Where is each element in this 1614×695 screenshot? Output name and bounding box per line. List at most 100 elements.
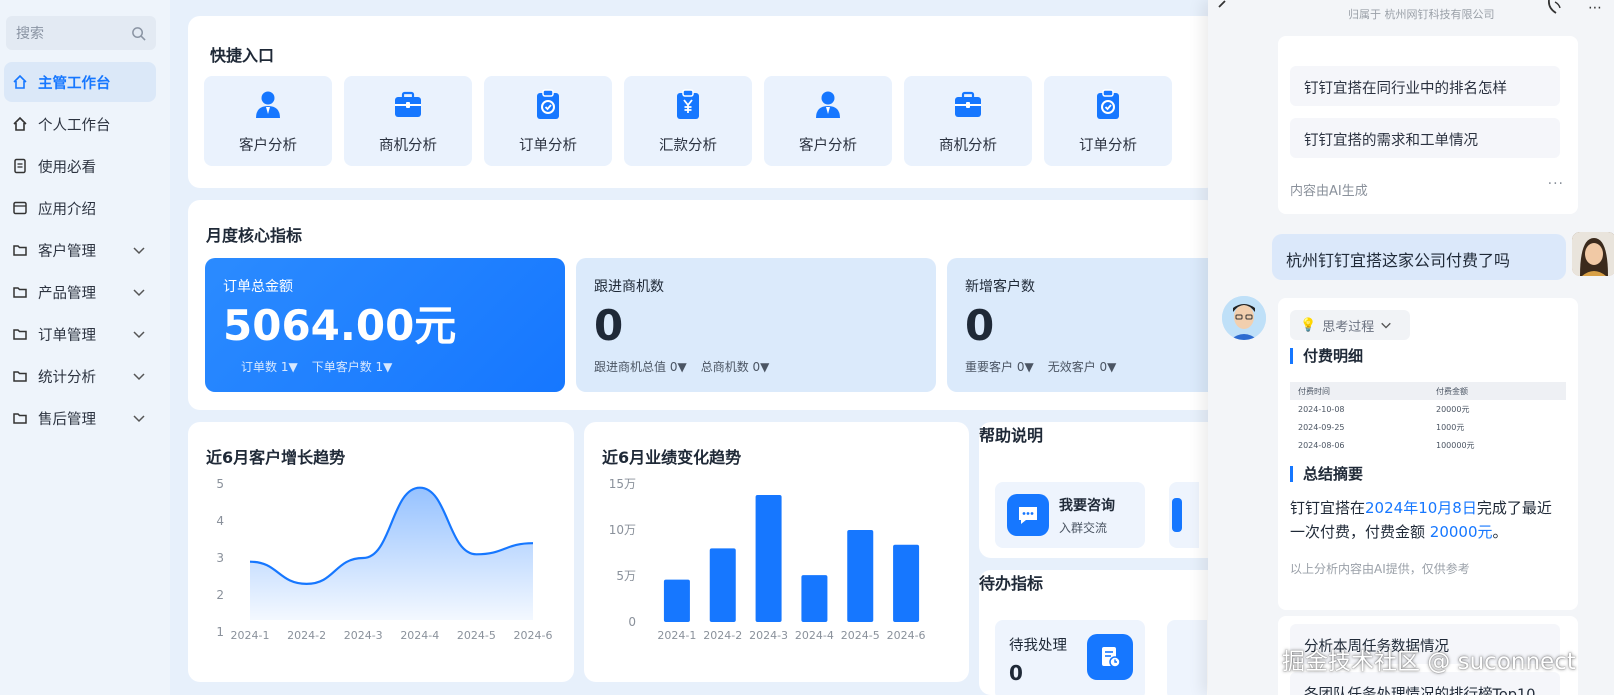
bar[interactable] (801, 575, 828, 622)
briefcase-icon (951, 88, 985, 122)
kpi-label: 订单总金额 (223, 279, 293, 295)
x-tick-label: 2024-1 (657, 629, 696, 642)
kpi-sub[interactable]: 下单客户数 1▼ (312, 358, 393, 375)
sidebar-item-statistics[interactable]: 统计分析 (4, 356, 156, 396)
chevron-down-icon[interactable] (132, 369, 146, 383)
chevron-down-icon[interactable] (132, 327, 146, 341)
bar[interactable] (663, 579, 690, 622)
y-tick-label: 4 (216, 514, 224, 528)
y-tick-label: 1 (216, 625, 224, 639)
sidebar-item-label: 订单管理 (38, 327, 96, 344)
bulb-icon: 💡 (1300, 317, 1317, 333)
summary-amount: 20000元 (1429, 523, 1493, 541)
quick-item-label: 商机分析 (939, 137, 997, 154)
quick-item-label: 订单分析 (519, 137, 577, 154)
clipboard-icon (531, 88, 565, 122)
quick-item-opportunity-analysis-2[interactable]: 商机分析 (904, 76, 1032, 166)
quick-item-customer-analysis-2[interactable]: 客户分析 (764, 76, 892, 166)
ai-chat-panel: 归属于 杭州网钉科技有限公司 ⋯ 钉钉宜搭在同行业中的排名怎样 钉钉宜搭的需求和… (1208, 0, 1614, 695)
x-tick-label: 2024-3 (344, 629, 383, 642)
help-title: 帮助说明 (979, 426, 1044, 445)
sidebar-item-customer-mgmt[interactable]: 客户管理 (4, 230, 156, 270)
suggestion-chip[interactable]: 钉钉宜搭的需求和工单情况 (1290, 118, 1560, 158)
chevron-down-icon[interactable] (132, 243, 146, 257)
kpi-subs: 跟进商机总值 0▼ 总商机数 0▼ (594, 358, 918, 375)
search-placeholder: 搜索 (16, 26, 44, 42)
chevron-down-icon[interactable] (132, 411, 146, 425)
summary-text: 钉钉宜搭在2024年10月8日完成了最近一次付费，付费金额 20000元。 (1290, 496, 1560, 544)
quick-item-customer-analysis[interactable]: 客户分析 (204, 76, 332, 166)
kpi-sub[interactable]: 总商机数 0▼ (701, 358, 770, 375)
todo-item-partial[interactable] (1167, 620, 1207, 695)
table-cell: 2024-09-25 (1298, 422, 1345, 432)
sidebar-item-label: 应用介绍 (38, 201, 96, 218)
sidebar-item-personal-workbench[interactable]: 个人工作台 (4, 104, 156, 144)
table-header: 付费时间 付费金额 (1290, 382, 1566, 400)
table-row: 2024-10-08 20000元 (1290, 400, 1566, 418)
search-icon (132, 26, 146, 41)
watermark: 掘金技术社区 @ suconnect (1282, 649, 1576, 675)
kpi-sub[interactable]: 订单数 1▼ (241, 358, 298, 375)
consult-title: 我要咨询 (1059, 497, 1115, 514)
customer-growth-chart: 5 4 3 2 1 2024-1 2024-2 2024-3 2024-4 2024-5 2024-… (216, 477, 553, 642)
pending-tasks-item[interactable]: 待我处理 0 (995, 620, 1145, 695)
kpi-subs: 重要客户 0▼ 无效客户 0▼ (965, 358, 1229, 375)
summary-date: 2024年10月8日 (1365, 499, 1477, 517)
quick-item-order-analysis[interactable]: 订单分析 (484, 76, 612, 166)
more-icon[interactable]: ⋯ (1588, 0, 1602, 16)
sales-trend-chart: 15万 10万 5万 0 2024-1 2024-2 2024-3 2024-4 2024-5 2… (609, 477, 926, 642)
kpi-order-total[interactable]: 订单总金额 5064.00元 订单数 1▼ 下单客户数 1▼ (205, 258, 565, 392)
payment-table: 付费时间 付费金额 2024-10-08 20000元 2024-09-25 1… (1290, 382, 1566, 454)
chart-title: 近6月业绩变化趋势 (602, 448, 742, 467)
quick-entry-card: 快捷入口 客户分析 商机分析 订单分析 汇款分析 客户分析 商机分析 订单分析 (188, 16, 1218, 188)
kpi-sub[interactable]: 重要客户 0▼ (965, 358, 1034, 375)
person-icon (251, 88, 285, 122)
chevron-down-icon[interactable] (132, 285, 146, 299)
quick-entry-title: 快捷入口 (210, 46, 275, 65)
app-card-icon (12, 200, 28, 216)
quick-item-opportunity-analysis[interactable]: 商机分析 (344, 76, 472, 166)
sidebar-item-app-intro[interactable]: 应用介绍 (4, 188, 156, 228)
summary-pre: 钉钉宜搭在 (1290, 499, 1366, 517)
chart-title: 近6月客户增长趋势 (206, 448, 346, 467)
quick-item-order-analysis-2[interactable]: 订单分析 (1044, 76, 1172, 166)
back-arrow-icon[interactable] (1216, 0, 1230, 14)
phone-icon[interactable] (1546, 0, 1564, 14)
bar[interactable] (755, 495, 782, 622)
x-tick-label: 2024-2 (287, 629, 326, 642)
thinking-toggle[interactable]: 💡 思考过程 (1290, 310, 1410, 340)
sidebar-item-must-read[interactable]: 使用必看 (4, 146, 156, 186)
kpi-sub[interactable]: 无效客户 0▼ (1048, 358, 1117, 375)
x-tick-label: 2024-6 (514, 629, 553, 642)
x-tick-label: 2024-1 (231, 629, 270, 642)
clipboard-icon (1091, 88, 1125, 122)
consult-button[interactable]: 我要咨询 入群交流 (995, 482, 1145, 548)
quick-item-label: 订单分析 (1079, 137, 1137, 154)
sidebar-item-after-sales[interactable]: 售后管理 (4, 398, 156, 438)
search-input[interactable]: 搜索 (6, 16, 156, 50)
kpi-followup-opportunities[interactable]: 跟进商机数 0 跟进商机总值 0▼ 总商机数 0▼ (576, 258, 936, 392)
bar[interactable] (893, 544, 920, 622)
sidebar-item-manager-workbench[interactable]: 主管工作台 (4, 62, 156, 102)
table-cell: 100000元 (1436, 440, 1475, 450)
more-dots-icon[interactable]: ··· (1548, 176, 1564, 192)
todo-title: 待办指标 (979, 574, 1044, 593)
kpi-new-customers[interactable]: 新增客户数 0 重要客户 0▼ 无效客户 0▼ (947, 258, 1247, 392)
bar[interactable] (709, 548, 736, 622)
sidebar-item-product-mgmt[interactable]: 产品管理 (4, 272, 156, 312)
yen-clipboard-icon (671, 88, 705, 122)
bar[interactable] (847, 530, 874, 622)
kpi-title: 月度核心指标 (206, 226, 303, 245)
user-avatar (1572, 232, 1614, 276)
x-tick-label: 2024-4 (795, 629, 834, 642)
sidebar-item-order-mgmt[interactable]: 订单管理 (4, 314, 156, 354)
chat-header: 归属于 杭州网钉科技有限公司 ⋯ (1208, 0, 1614, 28)
quick-item-remittance-analysis[interactable]: 汇款分析 (624, 76, 752, 166)
help-item-partial[interactable] (1169, 482, 1199, 548)
kpi-sub[interactable]: 跟进商机总值 0▼ (594, 358, 687, 375)
table-cell: 20000元 (1436, 404, 1470, 414)
sidebar-item-label: 主管工作台 (38, 75, 111, 92)
suggestion-chip[interactable]: 钉钉宜搭在同行业中的排名怎样 (1290, 66, 1560, 106)
chevron-down-icon (1381, 322, 1391, 329)
table-row: 2024-08-06 100000元 (1290, 436, 1566, 454)
